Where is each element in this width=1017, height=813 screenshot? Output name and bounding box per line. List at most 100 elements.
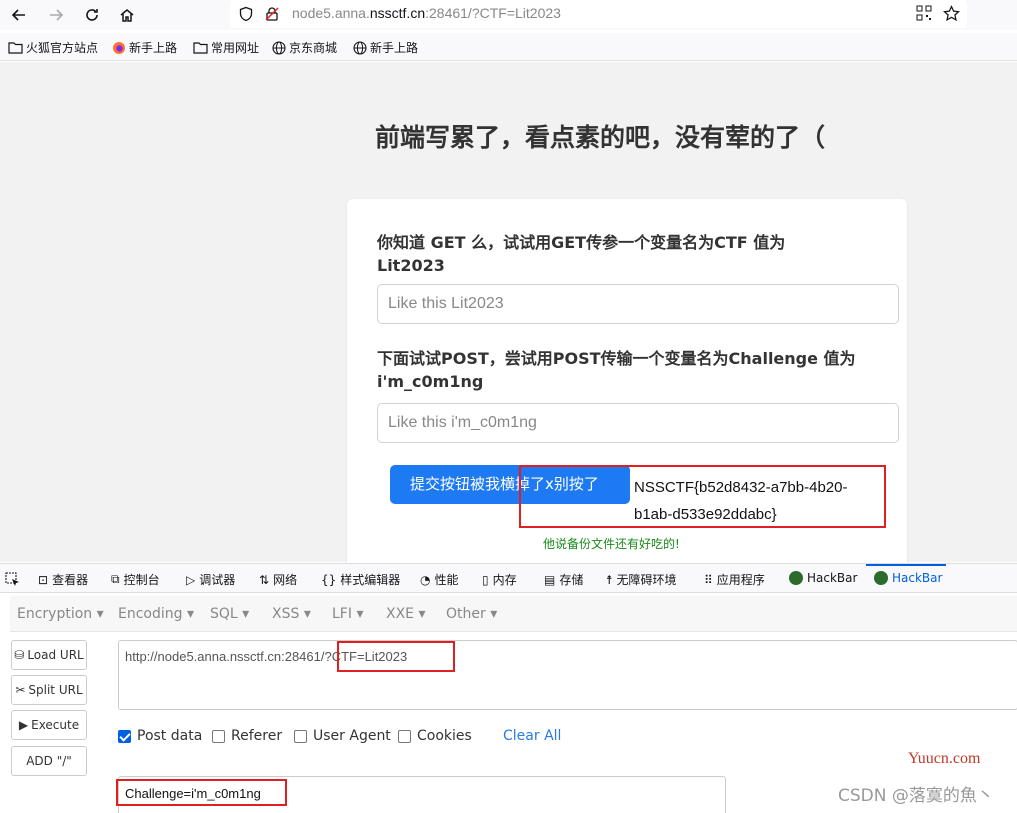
tab-hackbar-active[interactable]: HackBar	[874, 571, 942, 585]
checkbox-label: Post data	[137, 728, 203, 744]
tab-label: 内存	[492, 573, 517, 587]
tab-label: 无障碍环境	[616, 573, 677, 587]
url-bar[interactable]: node5.anna.nssctf.cn:28461/?CTF=Lit2023	[230, 0, 967, 28]
menu-lfi[interactable]: LFI ▾	[332, 606, 363, 622]
menu-xss[interactable]: XSS ▾	[272, 606, 311, 622]
menu-label: XSS	[272, 606, 300, 622]
bookmark-item[interactable]: 常用网址	[193, 39, 259, 56]
firefox-icon	[113, 41, 125, 54]
menu-label: XXE	[386, 606, 415, 622]
shield-icon[interactable]	[238, 6, 254, 22]
button-label: Load URL	[27, 648, 84, 662]
tab-style-editor[interactable]: {} 样式编辑器	[321, 571, 400, 588]
tab-inspector[interactable]: ⊡ 查看器	[38, 571, 88, 588]
challenge-input[interactable]: Like this i'm_c0m1ng	[377, 403, 899, 443]
tab-debugger[interactable]: ▷ 调试器	[186, 571, 235, 588]
button-label: ADD "/"	[26, 754, 72, 768]
checkbox-label: Cookies	[417, 728, 472, 744]
ctf-input[interactable]: Like this Lit2023	[377, 284, 899, 324]
tab-label: 应用程序	[716, 573, 765, 587]
screen: node5.anna.nssctf.cn:28461/?CTF=Lit2023 …	[0, 0, 1017, 813]
add-slash-button[interactable]: ADD "/"	[11, 746, 87, 776]
menu-label: Encryption	[17, 606, 93, 622]
bookmark-label: 常用网址	[211, 41, 260, 55]
url-textarea[interactable]: http://node5.anna.nssctf.cn:28461/?CTF=L…	[118, 640, 1017, 710]
button-label: Split URL	[28, 683, 83, 697]
checkbox-unchecked[interactable]	[294, 729, 307, 743]
braces-icon: {}	[321, 572, 337, 587]
caret-down-icon: ▾	[96, 606, 104, 622]
flag-highlight-box	[519, 465, 886, 528]
tab-application[interactable]: ⠿ 应用程序	[704, 571, 765, 588]
post-question: 下面试试POST，尝试用POST传输一个变量名为Challenge 值为 i'm…	[377, 349, 856, 391]
devtools-tabbar: ⊡ 查看器 ⧉ 控制台 ▷ 调试器 ⇅ 网络 {} 样式编辑器 ◔ 性能 ▯ 内存 ▤ 存储 ☨…	[0, 563, 1017, 593]
split-url-button[interactable]: ✂ Split URL	[11, 675, 87, 705]
forward-arrow-icon	[50, 9, 64, 21]
checkbox-unchecked[interactable]	[212, 729, 225, 743]
checkbox-checked[interactable]	[118, 729, 131, 743]
user-agent-checkbox[interactable]: User Agent	[294, 728, 391, 744]
element-picker-icon[interactable]	[5, 572, 20, 587]
menu-label: Other	[446, 606, 486, 622]
tab-label: 网络	[273, 573, 298, 587]
qr-code-icon[interactable]	[916, 5, 932, 21]
tab-label: 控制台	[123, 573, 160, 587]
menu-label: Encoding	[118, 606, 183, 622]
menu-other[interactable]: Other ▾	[446, 606, 497, 622]
tab-performance[interactable]: ◔ 性能	[420, 571, 459, 588]
bookmark-item[interactable]: 新手上路	[353, 39, 418, 56]
reload-icon	[86, 9, 98, 21]
url-suffix: :28461/?CTF=Lit2023	[425, 5, 561, 21]
url-prefix: node5.anna.	[292, 5, 370, 21]
menu-label: SQL	[210, 606, 238, 622]
bookmark-label: 新手上路	[129, 41, 178, 55]
url-text[interactable]: node5.anna.nssctf.cn:28461/?CTF=Lit2023	[292, 5, 561, 21]
memory-icon: ▯	[482, 572, 489, 587]
button-label: Execute	[31, 718, 80, 732]
form-card: 你知道 GET 么，试试用GET传参一个变量名为CTF 值为 Lit2023 L…	[347, 199, 907, 569]
tab-accessibility[interactable]: ☨ 无障碍环境	[606, 571, 677, 588]
menu-encryption[interactable]: Encryption ▾	[17, 606, 104, 622]
globe-icon	[272, 40, 286, 55]
page-title: 前端写累了，看点素的吧，没有荤的了（	[375, 123, 826, 152]
tab-storage[interactable]: ▤ 存储	[544, 571, 583, 588]
page-content: 前端写累了，看点素的吧，没有荤的了（ 你知道 GET 么，试试用GET传参一个变…	[0, 62, 1017, 569]
checkbox-unchecked[interactable]	[398, 729, 411, 743]
menu-encoding[interactable]: Encoding ▾	[118, 606, 194, 622]
load-url-button[interactable]: ⛁ Load URL	[11, 640, 87, 670]
menu-label: LFI	[332, 606, 352, 622]
tab-label: 调试器	[199, 573, 236, 587]
home-button[interactable]	[116, 4, 138, 26]
tab-label: 样式编辑器	[340, 573, 401, 587]
caret-down-icon: ▾	[356, 606, 364, 622]
debugger-icon: ▷	[186, 572, 196, 587]
bookmark-item[interactable]: 火狐官方站点	[8, 39, 98, 56]
tab-label: HackBar	[892, 571, 943, 585]
back-button[interactable]	[8, 4, 30, 26]
tab-label: 查看器	[52, 573, 89, 587]
forward-button[interactable]	[45, 4, 67, 26]
bookmark-label: 新手上路	[370, 41, 419, 55]
cookies-checkbox[interactable]: Cookies	[398, 728, 472, 744]
hackbar-panel: Encryption ▾ Encoding ▾ SQL ▾ XSS ▾ LFI …	[0, 594, 1017, 813]
tab-memory[interactable]: ▯ 内存	[482, 571, 517, 588]
caret-down-icon: ▾	[242, 606, 250, 622]
reload-button[interactable]	[81, 4, 103, 26]
tab-hackbar[interactable]: HackBar	[789, 571, 857, 585]
backup-hint: 他说备份文件还有好吃的!	[543, 537, 680, 551]
menu-xxe[interactable]: XXE ▾	[386, 606, 426, 622]
referer-checkbox[interactable]: Referer	[212, 728, 282, 744]
tab-console[interactable]: ⧉ 控制台	[111, 571, 160, 588]
execute-button[interactable]: ▶ Execute	[11, 710, 87, 740]
tab-network[interactable]: ⇅ 网络	[259, 571, 297, 588]
bookmark-item[interactable]: 新手上路	[112, 39, 177, 56]
menu-sql[interactable]: SQL ▾	[210, 606, 249, 622]
insecure-lock-icon[interactable]	[264, 6, 280, 22]
console-icon: ⧉	[111, 572, 120, 586]
clear-all-link[interactable]: Clear All	[503, 728, 561, 744]
folder-icon	[8, 42, 23, 54]
bookmark-item[interactable]: 京东商城	[272, 39, 337, 56]
post-data-checkbox[interactable]: Post data	[118, 728, 202, 744]
bookmark-star-icon[interactable]	[943, 5, 960, 22]
site-watermark: Yuucn.com	[908, 750, 981, 767]
